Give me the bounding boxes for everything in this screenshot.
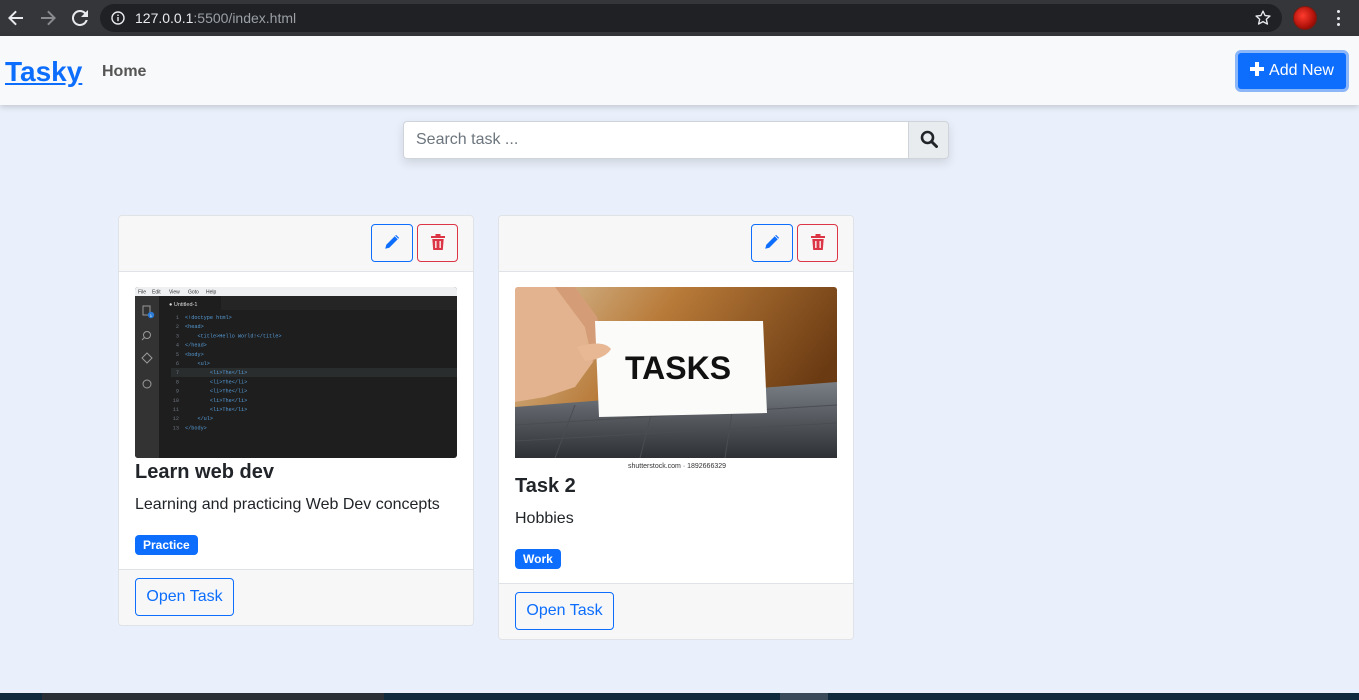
navbar: Tasky Home Add New (0, 36, 1359, 105)
delete-button[interactable] (797, 224, 838, 262)
os-taskbar (0, 693, 1359, 700)
pencil-icon (384, 234, 400, 253)
search-icon (920, 130, 938, 151)
task-card: TASKS shutterstock.com · 1892666329 Task… (498, 215, 854, 640)
task-card: File Edit View Goto Help ● Untitled-1 1 … (118, 215, 474, 626)
editor-menu-item: Help (206, 290, 217, 296)
editor-code-line: </head> (185, 343, 207, 349)
editor-tab: ● Untitled-1 (169, 302, 197, 308)
editor-code-line: </body> (185, 425, 207, 431)
taskbar-item (42, 693, 384, 700)
editor-code-line: <li>The</li> (185, 379, 247, 385)
editor-line-number: 9 (176, 389, 179, 395)
trash-icon (430, 233, 445, 253)
editor-menu-item: Goto (188, 290, 199, 296)
tasks-card-word: TASKS (625, 350, 731, 386)
editor-menu-item: File (138, 290, 146, 296)
card-body: TASKS shutterstock.com · 1892666329 Task… (499, 272, 853, 569)
editor-menu-item: Edit (152, 290, 161, 296)
editor-code-line: <ul> (185, 361, 210, 367)
browser-toolbar: 127.0.0.1:5500/index.html (0, 0, 1359, 36)
url-host: 127.0.0.1 (135, 10, 194, 26)
trash-icon (810, 233, 825, 253)
open-task-button[interactable]: Open Task (515, 592, 614, 630)
card-description: Learning and practicing Web Dev concepts (135, 496, 440, 513)
delete-button[interactable] (417, 224, 458, 262)
editor-line-number: 10 (173, 398, 179, 404)
editor-line-number: 5 (176, 352, 179, 358)
card-title: Learn web dev (135, 461, 274, 483)
card-footer: Open Task (119, 569, 473, 625)
editor-line-number: 6 (176, 361, 179, 367)
address-bar[interactable]: 127.0.0.1:5500/index.html (100, 4, 1282, 32)
back-arrow-icon[interactable] (4, 6, 28, 30)
url-text: 127.0.0.1:5500/index.html (135, 10, 296, 26)
editor-code-line: <title>Hello World!</title> (185, 333, 282, 339)
card-title: Task 2 (515, 475, 576, 497)
edit-button[interactable] (371, 224, 413, 262)
brand-link[interactable]: Tasky (5, 56, 82, 88)
pencil-icon (764, 234, 780, 253)
search-button[interactable] (908, 121, 949, 159)
editor-code-line: <li>The</li> (185, 398, 247, 404)
card-footer: Open Task (499, 583, 853, 639)
plus-icon (1250, 61, 1265, 81)
editor-code-line: </ul> (185, 416, 213, 422)
editor-line-number: 2 (176, 324, 179, 330)
url-path: :5500/index.html (193, 10, 297, 26)
add-new-button[interactable]: Add New (1235, 50, 1349, 92)
add-new-label: Add New (1269, 62, 1334, 79)
taskbar-item (780, 693, 828, 700)
editor-line-number: 12 (173, 416, 179, 422)
forward-arrow-icon[interactable] (36, 6, 60, 30)
editor-menu-item: View (169, 290, 180, 296)
editor-code-line: <li>The</li> (185, 370, 247, 376)
editor-line-number: 3 (176, 333, 179, 339)
card-header (499, 216, 853, 272)
star-icon[interactable] (1254, 9, 1272, 32)
search-input[interactable] (403, 121, 908, 159)
card-body: File Edit View Goto Help ● Untitled-1 1 … (119, 272, 473, 555)
profile-avatar[interactable] (1293, 6, 1317, 30)
reload-icon[interactable] (68, 6, 92, 30)
search-bar (403, 121, 949, 159)
editor-line-number: 8 (176, 379, 179, 385)
tag-badge: Practice (135, 535, 198, 555)
task-image-tasks-photo: TASKS shutterstock.com · 1892666329 (515, 287, 837, 472)
open-task-button[interactable]: Open Task (135, 578, 234, 616)
image-caption: shutterstock.com · 1892666329 (628, 463, 726, 470)
edit-button[interactable] (751, 224, 793, 262)
editor-code-line: <li>The</li> (185, 389, 247, 395)
editor-line-number: 11 (173, 407, 179, 413)
editor-code-line: <!doctype html> (185, 315, 232, 321)
editor-line-number: 4 (176, 343, 179, 349)
editor-line-number: 7 (176, 370, 179, 376)
kebab-menu-icon[interactable] (1330, 8, 1346, 28)
task-image-code-editor: File Edit View Goto Help ● Untitled-1 1 … (135, 287, 457, 458)
editor-code-line: <li>The</li> (185, 407, 247, 413)
card-header (119, 216, 473, 272)
tag-badge: Work (515, 549, 561, 569)
editor-line-number: 1 (176, 315, 179, 321)
editor-code-line: <head> (185, 324, 204, 330)
editor-code-line: <body> (185, 352, 204, 358)
nav-home-link[interactable]: Home (102, 63, 146, 81)
card-description: Hobbies (515, 510, 574, 527)
info-icon[interactable] (110, 10, 126, 26)
editor-line-number: 13 (173, 425, 179, 431)
